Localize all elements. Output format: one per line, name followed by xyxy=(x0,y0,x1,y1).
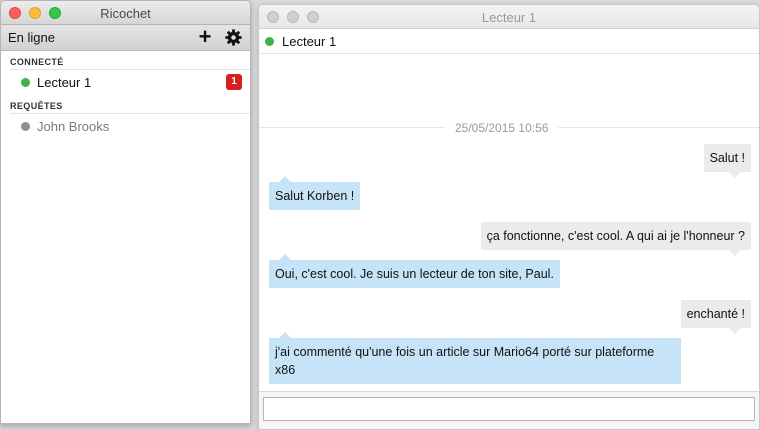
section-header: CONNECTÉ xyxy=(10,57,64,67)
outgoing-message: enchanté ! xyxy=(680,300,751,334)
contact-name: John Brooks xyxy=(37,118,110,134)
plus-icon[interactable]: + xyxy=(195,26,215,48)
contact-item-lecteur-1[interactable]: Lecteur 1 1 xyxy=(1,69,250,95)
incoming-message: Oui, c'est cool. Je suis un lecteur de t… xyxy=(269,254,560,288)
outgoing-message: ça fonctionne, c'est cool. A qui ai je l… xyxy=(480,222,751,256)
contacts-titlebar[interactable]: Ricochet xyxy=(1,1,250,25)
window-title: Lecteur 1 xyxy=(481,10,537,25)
contact-item-john-brooks[interactable]: John Brooks xyxy=(1,113,250,139)
window-title: Ricochet xyxy=(100,6,151,21)
incoming-message: j'ai commenté qu'une fois un article sur… xyxy=(269,332,681,384)
chat-window: Lecteur 1 Lecteur 1 25/05/2015 10:56 Sal… xyxy=(258,4,760,430)
unread-badge: 1 xyxy=(226,74,242,90)
incoming-message: Salut Korben ! xyxy=(269,176,361,210)
gear-icon[interactable] xyxy=(223,27,243,47)
chat-titlebar[interactable]: Lecteur 1 xyxy=(259,5,759,29)
offline-status-icon xyxy=(21,121,30,131)
chat-header: Lecteur 1 xyxy=(259,29,759,54)
outgoing-message: Salut ! xyxy=(703,144,751,178)
message-list[interactable]: 25/05/2015 10:56 Salut ! Salut Korben ! … xyxy=(259,54,759,394)
date-separator: 25/05/2015 10:56 xyxy=(445,121,559,135)
section-requests: REQUÊTES John Brooks xyxy=(1,95,250,139)
composer xyxy=(259,391,759,429)
contact-name: Lecteur 1 xyxy=(37,74,92,90)
chat-contact-name: Lecteur 1 xyxy=(282,33,337,49)
section-header: REQUÊTES xyxy=(10,101,63,111)
status-selector[interactable]: En ligne xyxy=(8,30,55,45)
online-status-icon xyxy=(265,36,274,46)
contacts-toolbar: En ligne + xyxy=(1,25,250,51)
message-input[interactable] xyxy=(263,397,755,421)
contacts-window: Ricochet En ligne + CONNECTÉ Lecteur 1 1… xyxy=(0,0,251,424)
section-connected: CONNECTÉ Lecteur 1 1 xyxy=(1,51,250,95)
online-status-icon xyxy=(21,77,30,87)
